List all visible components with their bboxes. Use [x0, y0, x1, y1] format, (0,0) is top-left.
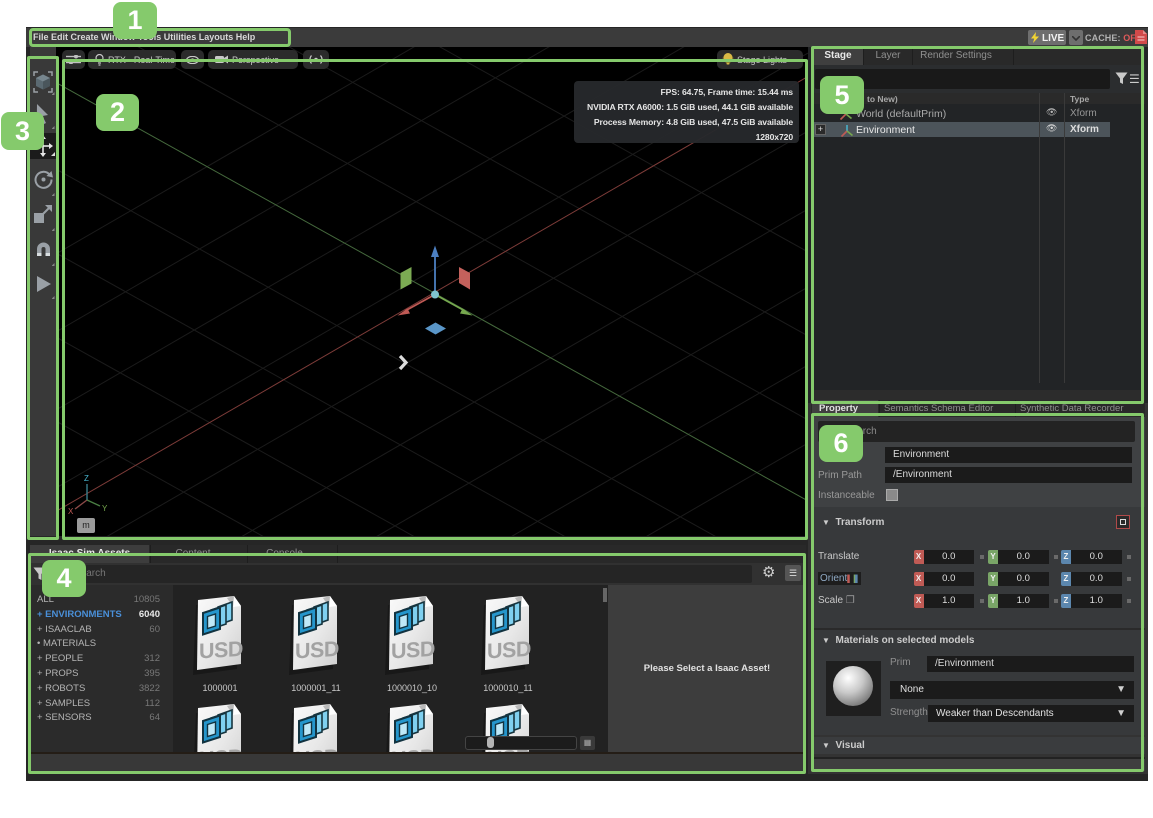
svg-text:USD: USD: [391, 637, 435, 664]
svg-text:USD: USD: [487, 637, 531, 664]
svg-text:Z: Z: [84, 474, 89, 483]
svg-text:X: X: [68, 507, 74, 516]
svg-text:USD: USD: [199, 637, 243, 664]
svg-text:USD: USD: [295, 637, 339, 664]
svg-text:Y: Y: [102, 504, 108, 513]
